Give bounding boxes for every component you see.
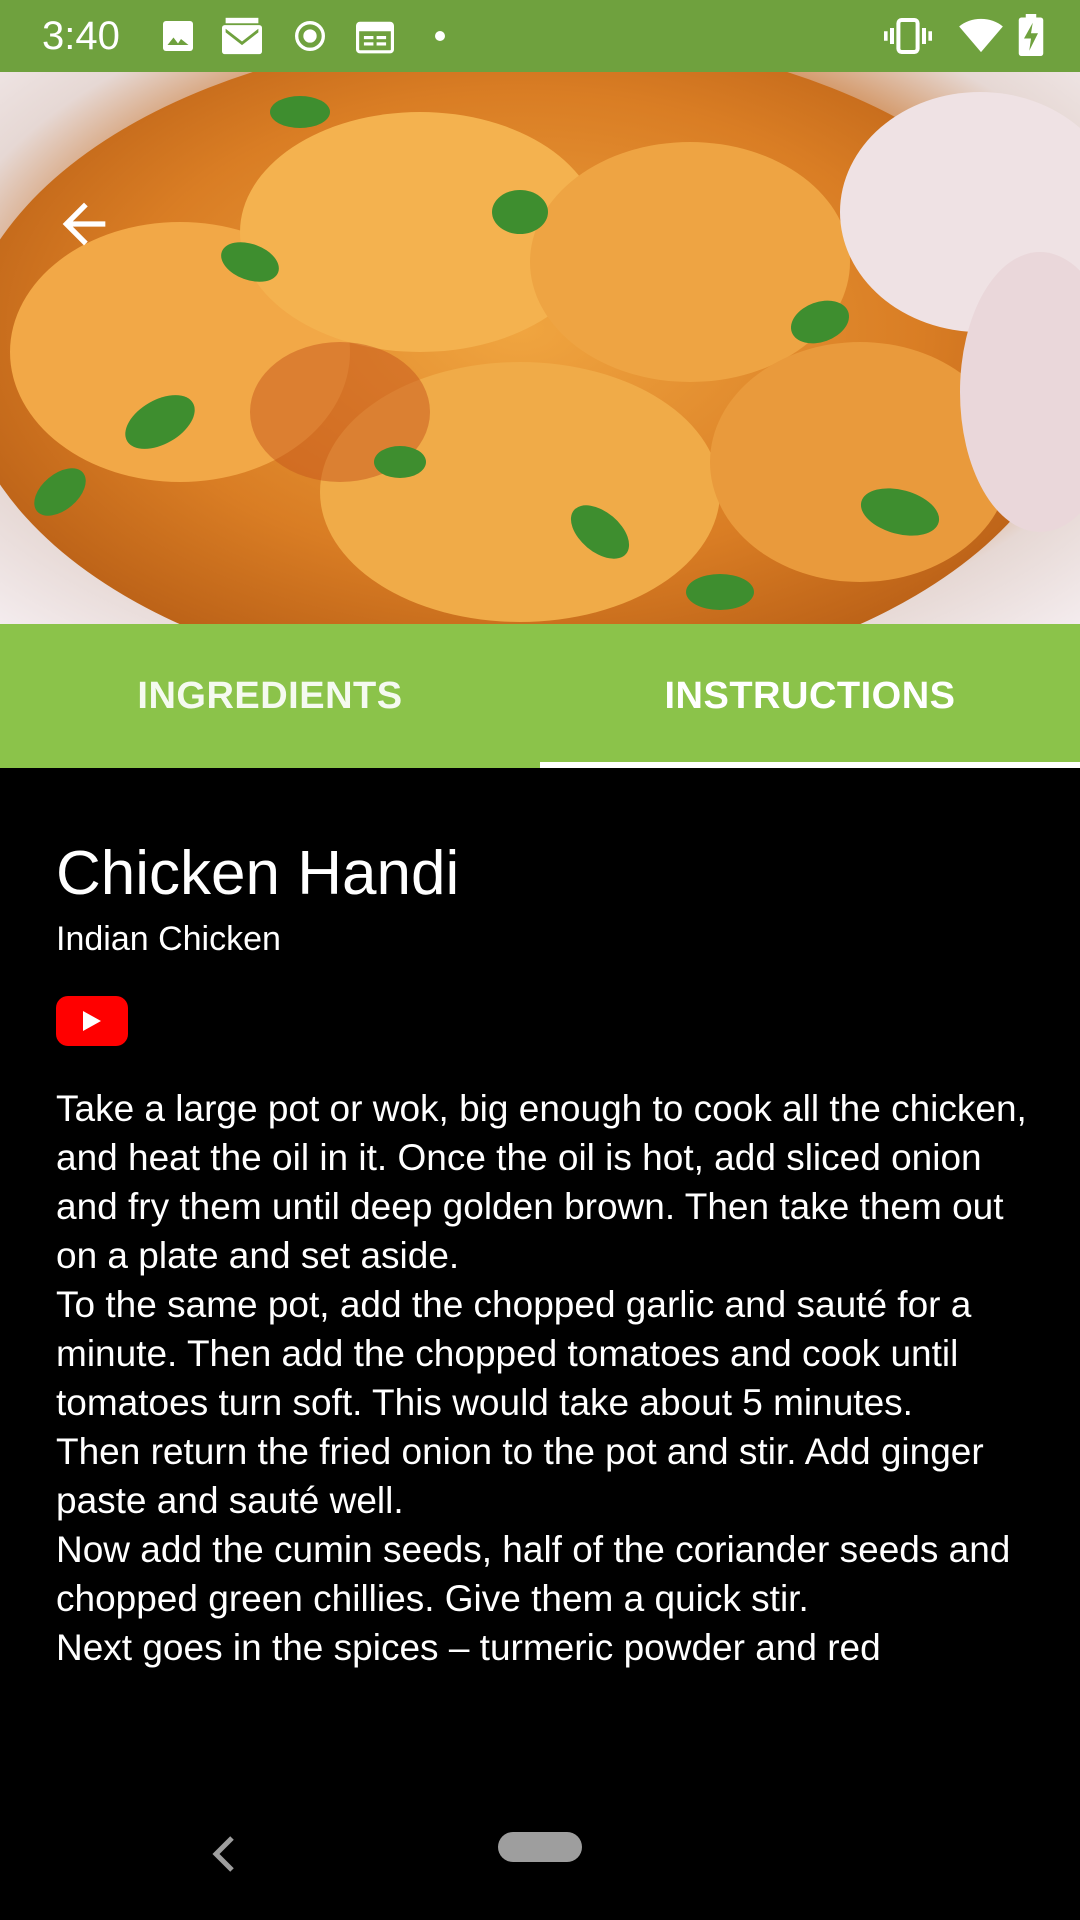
status-bar: 3:40: [0, 0, 1080, 72]
radio-icon: [295, 21, 325, 51]
vibrate-icon: [884, 18, 932, 54]
status-system-icons: [884, 14, 1054, 58]
recipe-instructions: Take a large pot or wok, big enough to c…: [56, 1088, 1027, 1668]
battery-charging-icon: [1018, 14, 1044, 56]
recipe-tabs: INGREDIENTS INSTRUCTIONS: [0, 624, 1080, 768]
image-icon: [163, 21, 193, 51]
youtube-icon[interactable]: [56, 996, 128, 1046]
gmail-icon: [222, 17, 262, 55]
recipe-category: Indian Chicken: [56, 920, 281, 958]
status-time: 3:40: [42, 14, 120, 58]
nav-back-icon[interactable]: [210, 1834, 236, 1874]
dot-icon: [435, 31, 445, 41]
recipe-content: Chicken Handi Indian Chicken Take a larg…: [56, 836, 1036, 1672]
selected-tab-indicator: [540, 762, 1080, 768]
recipe-hero-image: [0, 72, 1080, 624]
tab-instructions[interactable]: INSTRUCTIONS: [540, 624, 1080, 768]
navigation-bar: [0, 1800, 1080, 1920]
wifi-icon: [959, 18, 1003, 53]
arrow-back-icon[interactable]: [52, 192, 116, 256]
calendar-icon: [356, 21, 394, 54]
nav-home-pill[interactable]: [498, 1832, 582, 1862]
chicken-handi-photo: [0, 72, 1080, 624]
tab-ingredients[interactable]: INGREDIENTS: [0, 624, 540, 768]
recipe-title: Chicken Handi: [56, 839, 460, 908]
